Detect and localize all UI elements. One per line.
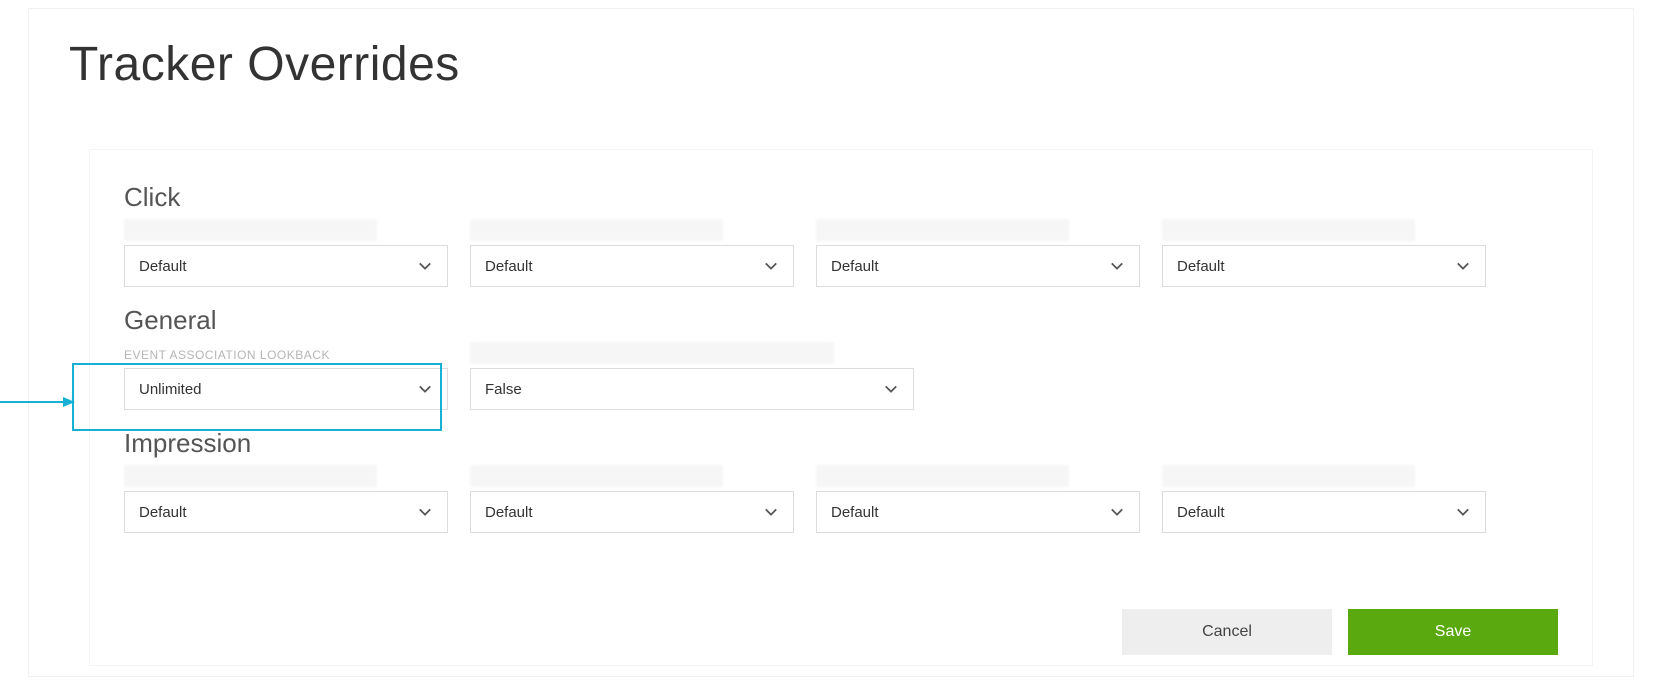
section-heading-click: Click (124, 182, 1558, 213)
event-association-lookback-label: EVENT ASSOCIATION LOOKBACK (124, 348, 448, 362)
chevron-down-icon (883, 381, 899, 397)
chevron-down-icon (763, 258, 779, 274)
click-select-3[interactable]: Default (816, 245, 1140, 287)
impression-select-3[interactable]: Default (816, 491, 1140, 533)
select-value: Default (485, 504, 533, 521)
impression-select-4[interactable]: Default (1162, 491, 1486, 533)
section-heading-impression: Impression (124, 428, 1558, 459)
event-association-lookback-select[interactable]: Unlimited (124, 368, 448, 410)
general-row: EVENT ASSOCIATION LOOKBACK Unlimited Fal… (124, 342, 1558, 410)
chevron-down-icon (417, 258, 433, 274)
impression-select-1[interactable]: Default (124, 491, 448, 533)
chevron-down-icon (1109, 258, 1125, 274)
click-field-1: Default (124, 219, 448, 287)
click-select-4[interactable]: Default (1162, 245, 1486, 287)
chevron-down-icon (1455, 258, 1471, 274)
chevron-down-icon (1109, 504, 1125, 520)
chevron-down-icon (417, 504, 433, 520)
select-value: False (485, 381, 522, 398)
impression-field-1: Default (124, 465, 448, 533)
click-select-1[interactable]: Default (124, 245, 448, 287)
click-row: Default Default Default (124, 219, 1558, 287)
footer-actions: Cancel Save (1122, 609, 1558, 655)
overrides-card: Click Default Default Default (89, 149, 1593, 666)
select-value: Default (139, 504, 187, 521)
select-value: Default (831, 258, 879, 275)
select-value: Default (1177, 504, 1225, 521)
redacted-label (1162, 465, 1415, 487)
impression-field-4: Default (1162, 465, 1486, 533)
arrow-annotation (0, 395, 79, 414)
click-field-3: Default (816, 219, 1140, 287)
click-select-2[interactable]: Default (470, 245, 794, 287)
save-button[interactable]: Save (1348, 609, 1558, 655)
redacted-label (816, 465, 1069, 487)
select-value: Default (1177, 258, 1225, 275)
page-title: Tracker Overrides (69, 37, 1633, 92)
impression-field-2: Default (470, 465, 794, 533)
redacted-label (470, 219, 723, 241)
select-value: Default (485, 258, 533, 275)
impression-row: Default Default Default (124, 465, 1558, 533)
chevron-down-icon (417, 381, 433, 397)
general-field-2: False (470, 342, 914, 410)
redacted-label (1162, 219, 1415, 241)
redacted-label (470, 465, 723, 487)
impression-select-2[interactable]: Default (470, 491, 794, 533)
section-heading-general: General (124, 305, 1558, 336)
impression-field-3: Default (816, 465, 1140, 533)
redacted-label (124, 219, 377, 241)
click-field-2: Default (470, 219, 794, 287)
select-value: Default (139, 258, 187, 275)
redacted-label (470, 342, 834, 364)
chevron-down-icon (1455, 504, 1471, 520)
redacted-label (816, 219, 1069, 241)
general-select-2[interactable]: False (470, 368, 914, 410)
select-value: Unlimited (139, 381, 202, 398)
redacted-label (124, 465, 377, 487)
cancel-button[interactable]: Cancel (1122, 609, 1332, 655)
click-field-4: Default (1162, 219, 1486, 287)
chevron-down-icon (763, 504, 779, 520)
general-field-1: EVENT ASSOCIATION LOOKBACK Unlimited (124, 348, 448, 410)
select-value: Default (831, 504, 879, 521)
